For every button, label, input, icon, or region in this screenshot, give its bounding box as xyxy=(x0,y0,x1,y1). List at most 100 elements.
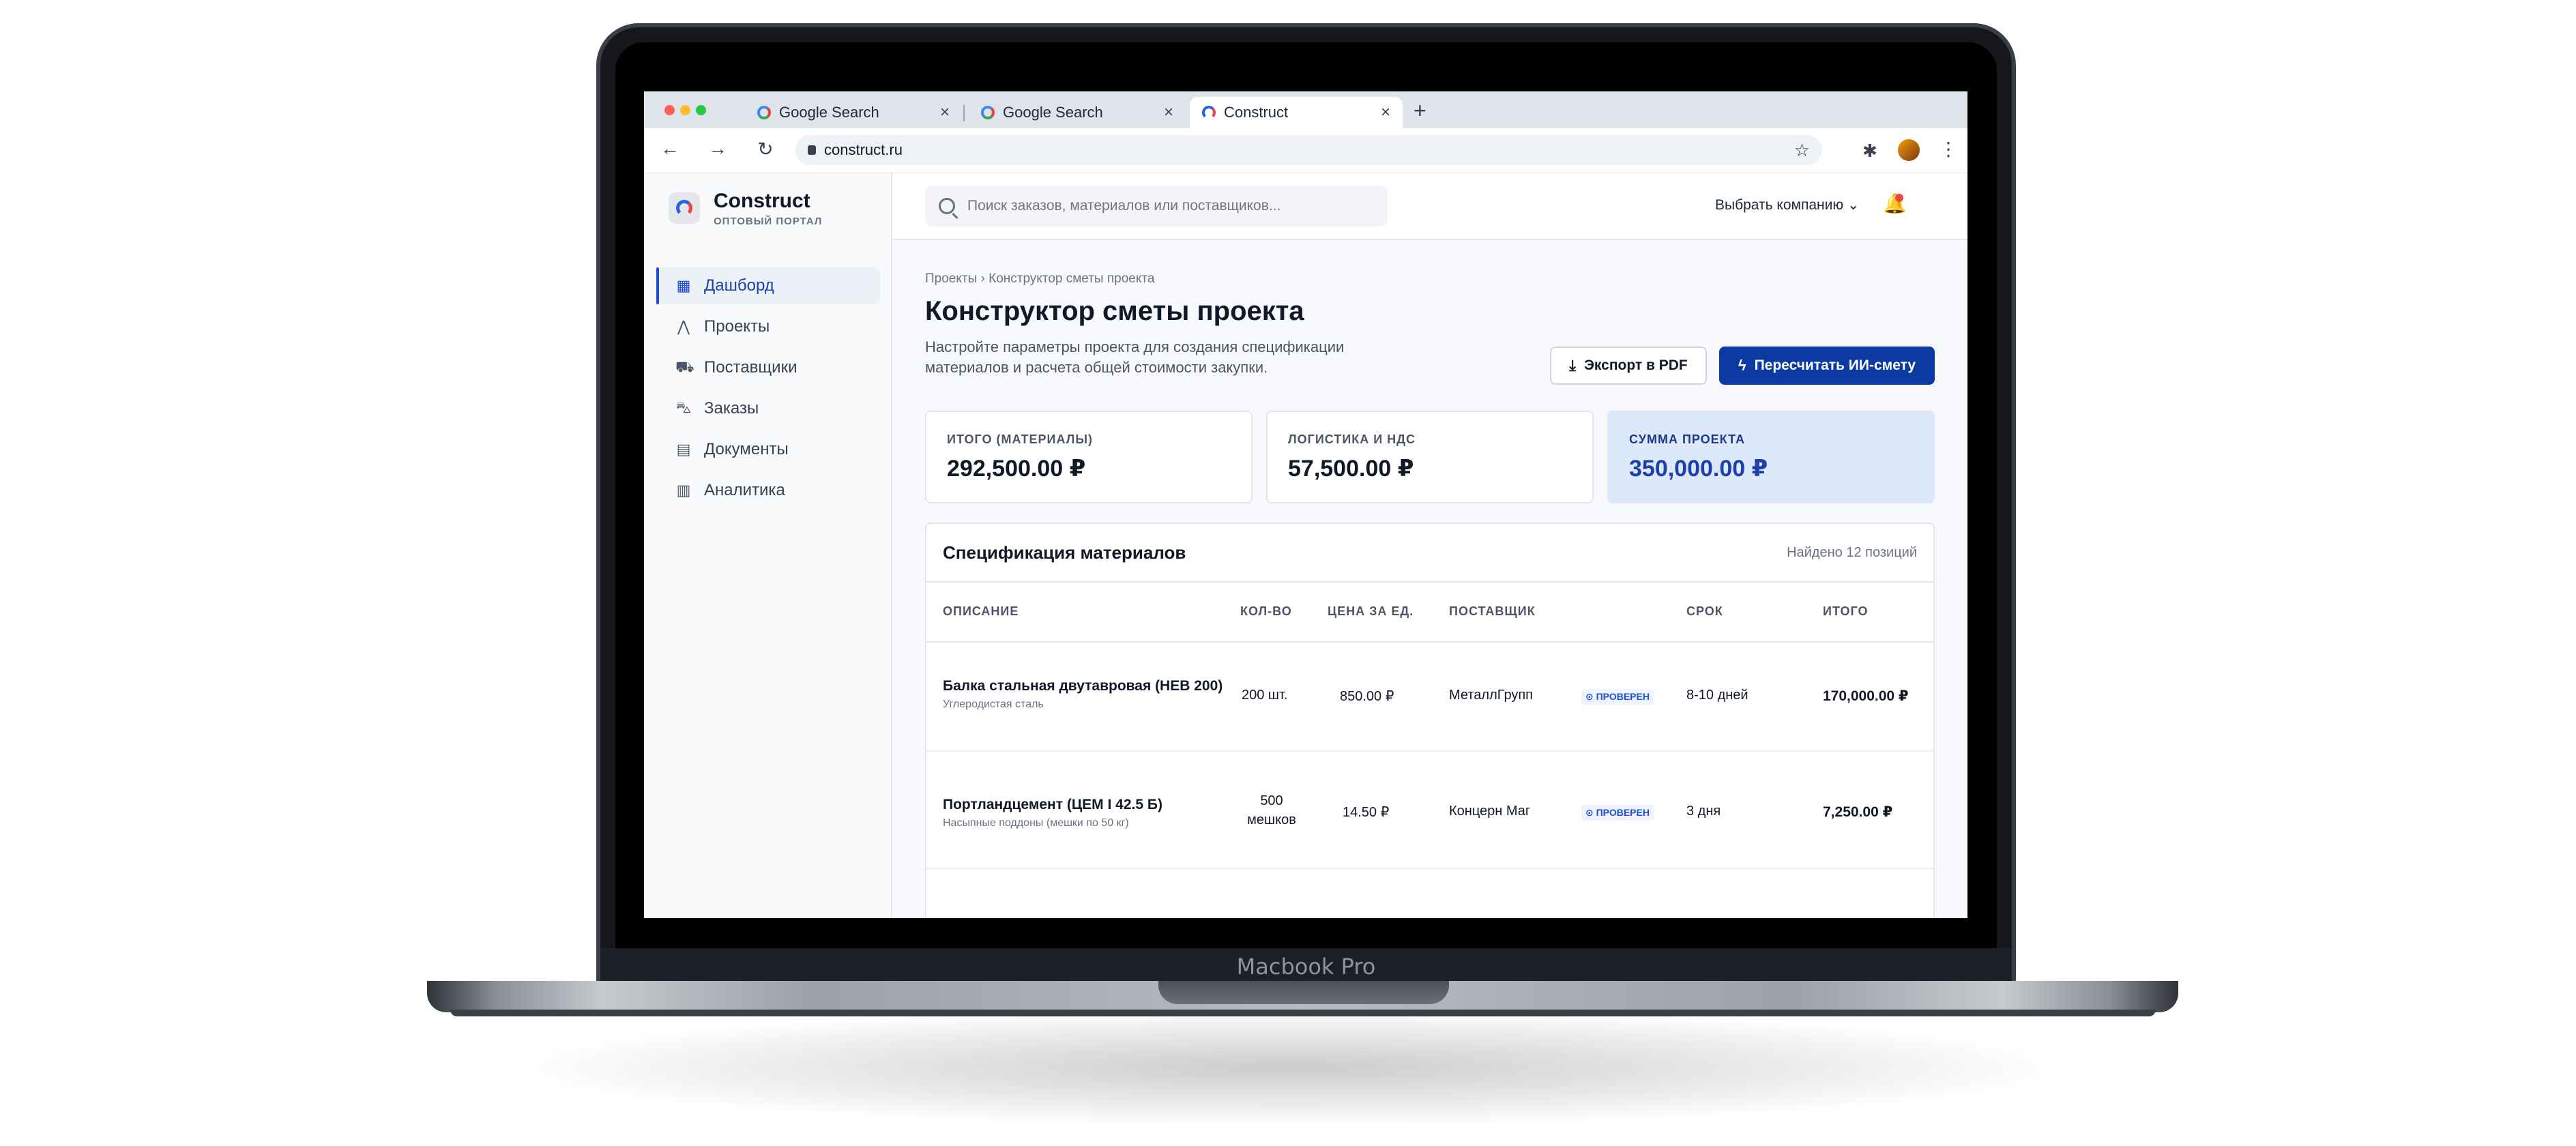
table-row[interactable]: Портландцемент (ЦЕМ I 42.5 Б) Насыпные п… xyxy=(926,752,1933,869)
app-logo[interactable] xyxy=(669,192,700,224)
lock-icon xyxy=(808,145,816,155)
item-term: 3 дня xyxy=(1686,804,1721,819)
close-tab-icon[interactable]: × xyxy=(1164,103,1173,122)
cart-icon: ⛍ xyxy=(675,398,692,416)
item-description: Портландцемент (ЦЕМ I 42.5 Б) Насыпные п… xyxy=(943,797,1162,829)
stat-value: 350,000.00 ₽ xyxy=(1629,456,1768,482)
column-header-quantity[interactable]: КОЛ-ВО xyxy=(1240,604,1292,619)
item-total: 170,000.00 ₽ xyxy=(1823,688,1909,704)
browser-tab-1[interactable]: Google Search × xyxy=(745,97,962,128)
tab-separator xyxy=(963,105,965,121)
column-header-total[interactable]: ИТОГО xyxy=(1823,604,1868,619)
compass-icon: ⋀ xyxy=(677,318,690,335)
search-icon xyxy=(939,198,955,214)
table-header-bar: Спецификация материалов Найдено 12 позиц… xyxy=(926,524,1933,583)
stat-value: 292,500.00 ₽ xyxy=(947,456,1086,482)
download-icon: ⤓ xyxy=(1569,357,1576,374)
item-term: 8-10 дней xyxy=(1686,688,1748,703)
browser-tab-3-active[interactable]: Construct × xyxy=(1190,97,1403,128)
forward-button[interactable]: → xyxy=(705,138,730,160)
browser-toolbar: ← → ↻ construct.ru ☆ ✱ ⋮ xyxy=(644,128,1967,173)
breadcrumb[interactable]: Проекты › Конструктор сметы проекта xyxy=(925,271,1154,286)
search-input[interactable] xyxy=(967,198,1349,214)
back-button[interactable]: ← xyxy=(658,138,682,160)
column-header-supplier[interactable]: ПОСТАВЩИК xyxy=(1449,604,1536,619)
item-name: Портландцемент (ЦЕМ I 42.5 Б) xyxy=(943,797,1162,812)
sidebar-item-dashboard[interactable]: ▦ Дашборд xyxy=(656,267,880,304)
address-bar[interactable]: construct.ru ☆ xyxy=(795,135,1822,165)
new-tab-button[interactable]: + xyxy=(1414,98,1426,123)
tab-title: Google Search xyxy=(779,104,879,121)
bookmark-star-icon[interactable]: ☆ xyxy=(1794,140,1810,161)
browser-tab-2[interactable]: Google Search × xyxy=(969,97,1186,128)
window-controls xyxy=(664,105,706,115)
google-icon xyxy=(757,106,771,119)
extensions-icon[interactable]: ✱ xyxy=(1862,141,1877,162)
app-name: Construct xyxy=(714,190,810,212)
minimize-window-button[interactable] xyxy=(680,105,690,115)
sidebar-nav: ▦ Дашборд ⋀ Проекты ⛟ Поставщики ⛍ Заказ… xyxy=(656,267,880,513)
app-subtitle: ОПТОВЫЙ ПОРТАЛ xyxy=(714,216,823,227)
device-label: Macbook Pro xyxy=(1236,954,1376,980)
logo-mark-icon xyxy=(676,200,692,216)
column-header-term[interactable]: СРОК xyxy=(1686,604,1723,619)
item-description: Балка стальная двутавровая (HEB 200) Угл… xyxy=(943,678,1223,711)
reload-button[interactable]: ↻ xyxy=(753,138,778,160)
sidebar-item-projects[interactable]: ⋀ Проекты xyxy=(656,308,880,345)
sidebar-item-label: Проекты xyxy=(704,317,770,336)
dashboard-icon: ▦ xyxy=(676,277,691,294)
close-tab-icon[interactable]: × xyxy=(1381,103,1390,122)
verified-badge: ⊙ ПРОВЕРЕН xyxy=(1581,805,1654,821)
sidebar: Construct ОПТОВЫЙ ПОРТАЛ ▦ Дашборд ⋀ Про… xyxy=(644,173,892,918)
profile-avatar[interactable] xyxy=(1898,139,1920,161)
truck-icon: ⛟ xyxy=(675,357,694,375)
laptop-base-edge xyxy=(450,1010,2156,1016)
table-count: Найдено 12 позиций xyxy=(1787,544,1917,560)
table-body: Балка стальная двутавровая (HEB 200) Угл… xyxy=(926,643,1933,918)
document-icon: ▤ xyxy=(676,441,691,458)
recalculate-ai-estimate-button[interactable]: ϟ Пересчитать ИИ-смету xyxy=(1719,347,1935,385)
company-select[interactable]: Выбрать компанию ⌄ xyxy=(1715,196,1860,214)
item-quantity: 500 мешков xyxy=(1247,793,1296,827)
column-header-unit-price[interactable]: ЦЕНА ЗА ЕД. xyxy=(1328,604,1414,619)
item-unit-price: 14.50 ₽ xyxy=(1343,805,1390,820)
maximize-window-button[interactable] xyxy=(696,105,706,115)
browser-menu-icon[interactable]: ⋮ xyxy=(1939,138,1958,160)
laptop-notch xyxy=(1158,981,1449,1004)
page-title: Конструктор сметы проекта xyxy=(925,296,1304,326)
table-title: Спецификация материалов xyxy=(943,542,1186,563)
laptop-screen: Google Search × Google Search × Construc… xyxy=(644,91,1967,918)
sidebar-item-label: Дашборд xyxy=(704,276,774,295)
sidebar-item-label: Поставщики xyxy=(704,358,797,377)
sidebar-item-documents[interactable]: ▤ Документы xyxy=(656,431,880,468)
close-tab-icon[interactable]: × xyxy=(940,103,950,122)
construct-icon xyxy=(1202,106,1216,119)
verified-badge: ⊙ ПРОВЕРЕН xyxy=(1581,689,1654,705)
item-name: Балка стальная двутавровая (HEB 200) xyxy=(943,678,1223,694)
stat-card-materials: ИТОГО (МАТЕРИАЛЫ) 292,500.00 ₽ xyxy=(925,411,1253,503)
stat-label: СУММА ПРОЕКТА xyxy=(1629,432,1745,446)
close-window-button[interactable] xyxy=(664,105,675,115)
item-subtitle: Углеродистая сталь xyxy=(943,699,1044,710)
stat-value: 57,500.00 ₽ xyxy=(1288,456,1414,482)
stat-card-project-total: СУММА ПРОЕКТА 350,000.00 ₽ xyxy=(1607,411,1935,503)
stat-card-logistics: ЛОГИСТИКА И НДС 57,500.00 ₽ xyxy=(1266,411,1594,503)
sidebar-item-analytics[interactable]: ▥ Аналитика xyxy=(656,472,880,509)
sidebar-item-label: Аналитика xyxy=(704,481,785,499)
chart-icon: ▥ xyxy=(676,482,691,499)
table-row[interactable] xyxy=(926,869,1933,918)
item-unit-price: 850.00 ₽ xyxy=(1340,689,1394,704)
item-quantity: 200 шт. xyxy=(1242,688,1288,703)
app-root: Construct ОПТОВЫЙ ПОРТАЛ ▦ Дашборд ⋀ Про… xyxy=(644,173,1967,918)
item-supplier[interactable]: Концерн Маг xyxy=(1449,804,1530,819)
export-pdf-button[interactable]: ⤓ Экспорт в PDF xyxy=(1550,347,1707,385)
sidebar-item-orders[interactable]: ⛍ Заказы xyxy=(656,390,880,427)
column-header-description[interactable]: ОПИСАНИЕ xyxy=(943,604,1019,619)
export-pdf-label: Экспорт в PDF xyxy=(1583,357,1688,373)
item-supplier[interactable]: МеталлГрупп xyxy=(1449,688,1533,703)
sidebar-item-label: Документы xyxy=(704,440,789,458)
tab-title: Construct xyxy=(1224,104,1289,121)
sidebar-item-suppliers[interactable]: ⛟ Поставщики xyxy=(656,349,880,386)
url-text: construct.ru xyxy=(824,141,903,158)
table-row[interactable]: Балка стальная двутавровая (HEB 200) Угл… xyxy=(926,643,1933,752)
